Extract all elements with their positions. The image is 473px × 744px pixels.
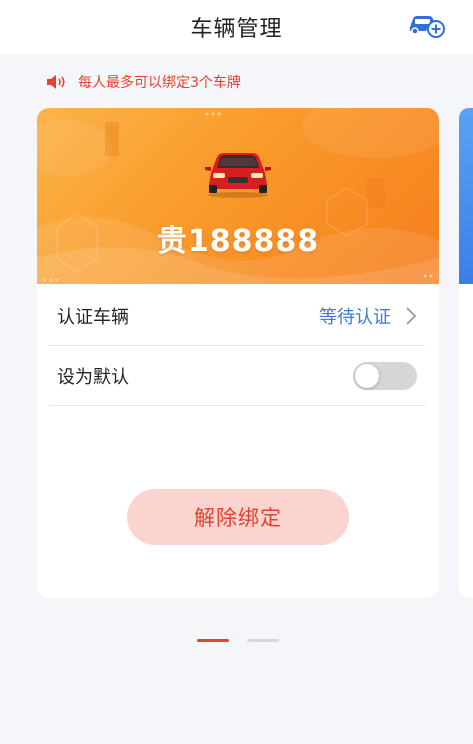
verify-vehicle-row[interactable]: 认证车辆 等待认证 xyxy=(49,286,425,346)
app-header: 车辆管理 xyxy=(0,0,473,54)
car-add-icon xyxy=(410,16,445,38)
set-default-toggle[interactable] xyxy=(353,361,417,390)
vehicle-banner: 贵188888 xyxy=(37,108,439,284)
verify-status: 等待认证 xyxy=(319,306,391,328)
toggle-knob xyxy=(355,363,379,388)
set-default-label: 设为默认 xyxy=(57,366,129,388)
notice-text: 每人最多可以绑定3个车牌 xyxy=(78,75,241,91)
unbind-button[interactable]: 解除绑定 xyxy=(127,489,349,545)
next-vehicle-card-peek[interactable] xyxy=(459,108,473,598)
card-pager xyxy=(0,637,473,643)
set-default-row: 设为默认 xyxy=(49,346,425,406)
page-title: 车辆管理 xyxy=(190,17,283,42)
binding-limit-notice: 每人最多可以绑定3个车牌 xyxy=(46,72,241,92)
next-card-banner xyxy=(459,108,473,284)
verify-vehicle-label: 认证车辆 xyxy=(57,306,129,328)
speaker-icon xyxy=(47,75,65,89)
pager-dot-active[interactable] xyxy=(197,639,229,642)
chevron-right-icon xyxy=(406,306,417,325)
verify-status-group: 等待认证 xyxy=(319,303,417,329)
red-car-icon xyxy=(205,153,271,198)
pager-dot-inactive[interactable] xyxy=(247,639,279,642)
license-plate: 贵188888 xyxy=(156,224,320,259)
vehicle-card[interactable]: 贵188888 认证车辆 等待认证 设为默认 解除绑定 xyxy=(37,108,439,598)
add-car-button[interactable] xyxy=(407,11,445,39)
